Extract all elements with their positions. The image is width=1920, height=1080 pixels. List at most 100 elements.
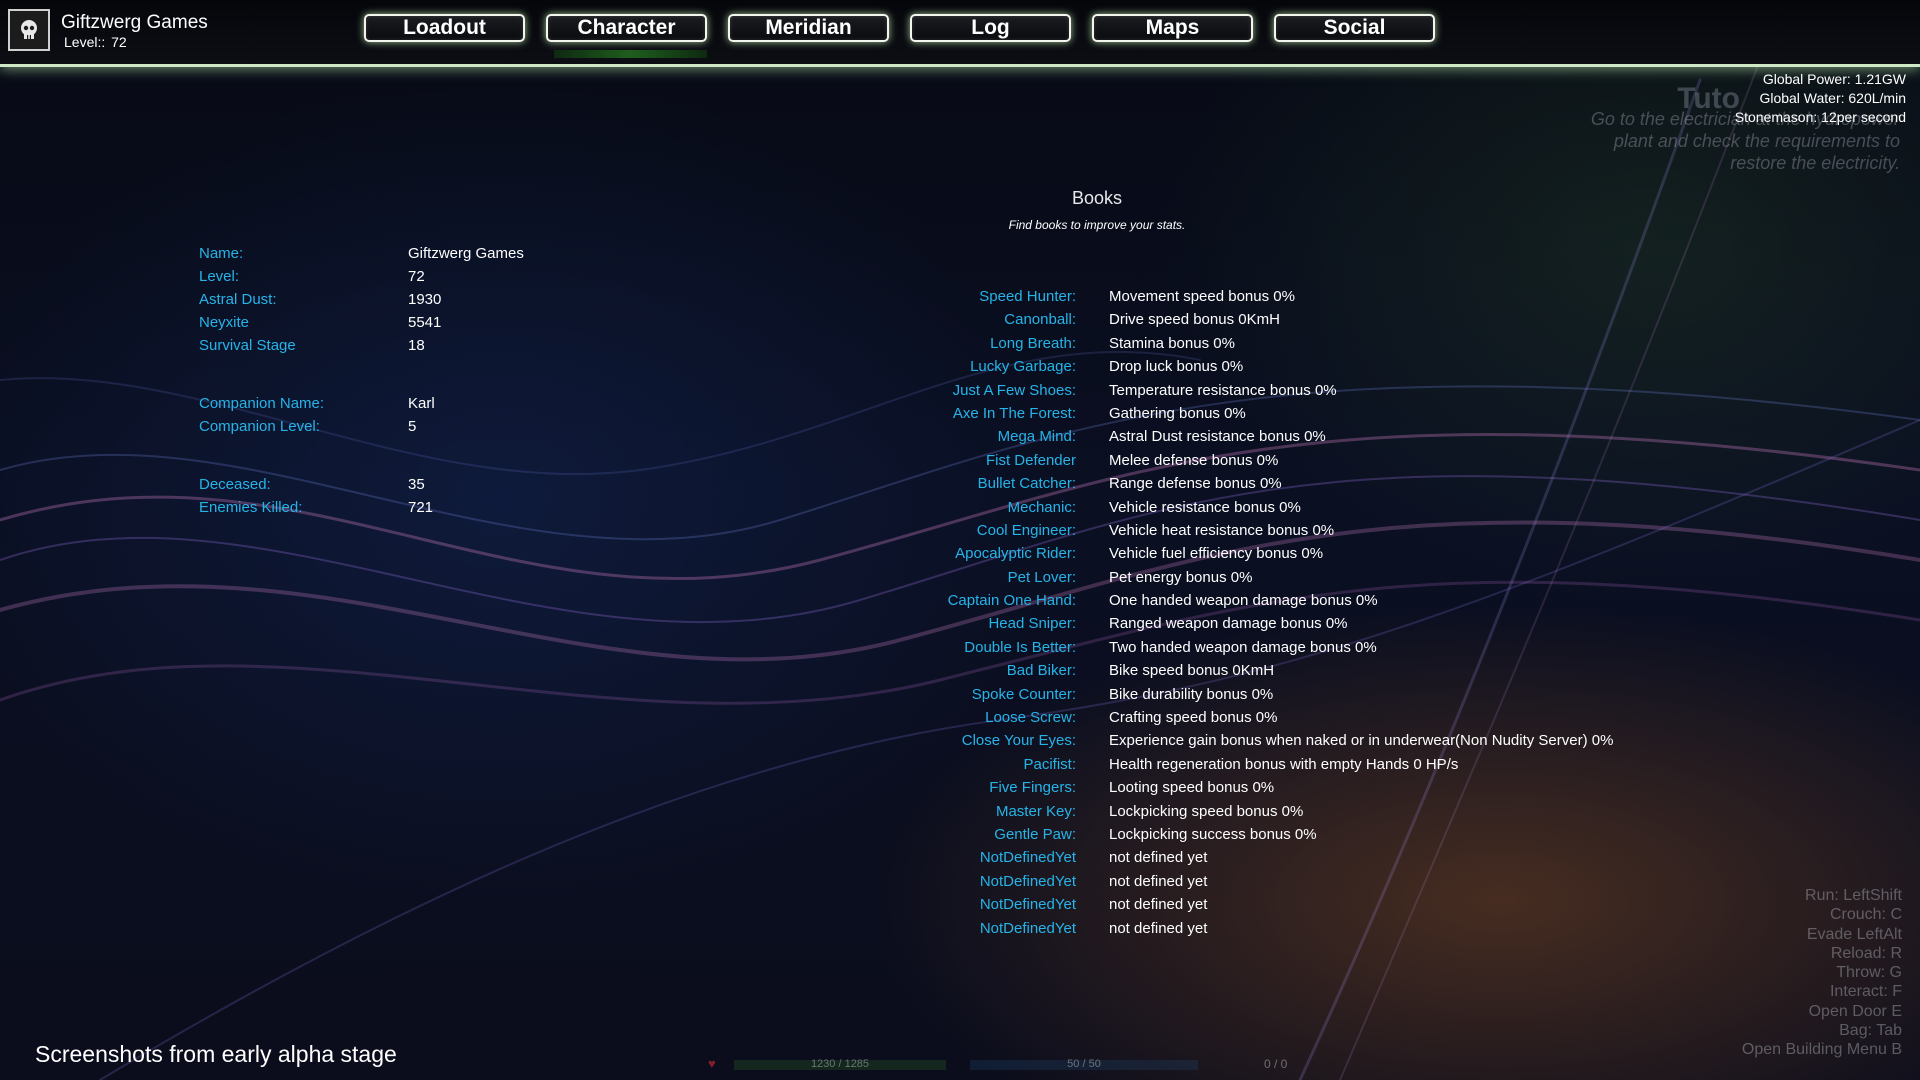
book-name: Bullet Catcher: [977,475,1076,493]
control-open-door: Open Door E [1808,1002,1902,1020]
nav-active-indicator [554,50,707,58]
book-desc: Experience gain bonus when naked or in u… [1109,732,1614,750]
book-name: Lucky Garbage: [970,358,1076,376]
book-desc: One handed weapon damage bonus 0% [1109,592,1378,610]
control-crouch: Crouch: C [1829,906,1902,924]
player-avatar[interactable] [8,9,50,51]
book-name: Long Breath: [990,334,1076,352]
book-desc: Temperature resistance bonus 0% [1109,381,1337,399]
book-desc: Range defense bonus 0% [1109,475,1282,493]
book-row: Mega Mind: Astral Dust resistance bonus 0… [760,425,1613,448]
char-value: 18 [408,337,425,354]
alpha-note: Screenshots from early alpha stage [35,1041,397,1067]
book-row: Pacifist: Health regeneration bonus with … [760,753,1613,776]
nav-meridian-button[interactable]: Meridian [728,14,889,42]
char-row-companion-level: Companion Level: 5 [199,415,524,438]
control-bag: Bag: Tab [1839,1022,1902,1040]
book-desc: Bike speed bonus 0KmH [1109,662,1275,680]
char-row-survival-stage: Survival Stage 18 [199,334,524,357]
book-name: Mega Mind: [997,428,1076,446]
book-name: Bad Biker: [1006,662,1076,680]
book-name: Captain One Hand: [947,592,1076,610]
char-label: Companion Name: [199,395,325,412]
book-name: Close Your Eyes: [961,732,1076,750]
nav-loadout-button[interactable]: Loadout [364,14,525,42]
char-value: 72 [408,268,425,285]
books-list[interactable]: Speed Hunter: Movement speed bonus 0% Can… [760,285,1614,940]
ammo-value: 0 / 0 [1264,1057,1288,1071]
controls-hint: Run: LeftShift Crouch: C Evade LeftAlt R… [1742,886,1902,1060]
book-row: Just A Few Shoes: Temperature resistance … [760,379,1613,402]
book-row: Master Key: Lockpicking speed bonus 0% [760,800,1613,823]
char-label: Level: [199,268,240,285]
book-name: Head Sniper: [988,615,1076,633]
book-row: Speed Hunter: Movement speed bonus 0% [760,285,1613,308]
top-bar: Giftzwerg Games Level:: 72 Loadout Chara… [0,0,1920,67]
char-label: Survival Stage [199,337,296,354]
book-row: Bullet Catcher: Range defense bonus 0% [760,472,1613,495]
book-desc: Ranged weapon damage bonus 0% [1109,615,1348,633]
book-name: Loose Screw: [985,709,1076,727]
char-value: 1930 [408,291,442,308]
book-name: Just A Few Shoes: [952,381,1076,399]
books-subtitle: Find books to improve your stats. [1008,218,1186,232]
book-desc: Drive speed bonus 0KmH [1109,311,1280,329]
book-row: Loose Screw: Crafting speed bonus 0% [760,706,1613,729]
nav-maps-button[interactable]: Maps [1092,14,1253,42]
global-power-stat: Global Power: 1.21GW [1762,71,1906,87]
book-desc: Vehicle fuel efficiency bonus 0% [1109,545,1324,563]
nav-social-button[interactable]: Social [1274,14,1435,42]
bottom-hud: ♥ 1230 / 1285 50 / 50 0 / 0 [708,1054,1308,1076]
book-row: NotDefinedYet not defined yet [760,870,1613,893]
book-row: NotDefinedYet not defined yet [760,846,1613,869]
book-name: Spoke Counter: [971,685,1076,703]
book-desc: Vehicle resistance bonus 0% [1109,498,1301,516]
player-level: Level:: 72 [62,34,127,50]
book-name: Axe In The Forest: [952,404,1076,422]
book-name: Apocalyptic Rider: [955,545,1076,563]
book-row: Five Fingers: Looting speed bonus 0% [760,776,1613,799]
char-value: Giftzwerg Games [408,245,524,262]
char-label: Neyxite [199,314,250,331]
book-desc: Lockpicking speed bonus 0% [1109,802,1304,820]
book-name: Gentle Paw: [994,825,1076,843]
book-row: Long Breath: Stamina bonus 0% [760,332,1613,355]
health-value: 1230 / 1285 [810,1058,870,1070]
book-name: NotDefinedYet [979,919,1076,937]
heart-icon: ♥ [708,1056,716,1071]
book-name: Five Fingers: [989,779,1076,797]
char-row-astral-dust: Astral Dust: 1930 [199,288,524,311]
skull-icon [21,20,37,39]
book-name: Cool Engineer: [976,521,1076,539]
control-reload: Reload: R [1830,944,1902,962]
control-building-menu: Open Building Menu B [1741,1041,1902,1059]
char-label: Companion Level: [199,418,320,435]
char-label: Astral Dust: [199,291,277,308]
book-desc: Stamina bonus 0% [1109,334,1235,352]
player-level-value: 72 [111,34,127,50]
nav-log-button[interactable]: Log [910,14,1071,42]
book-desc: Drop luck bonus 0% [1109,358,1244,376]
book-row: Mechanic: Vehicle resistance bonus 0% [760,496,1613,519]
char-row-neyxite: Neyxite 5541 [199,311,524,334]
char-value: 5 [408,418,417,435]
book-row: NotDefinedYet not defined yet [760,893,1613,916]
book-row: Cool Engineer: Vehicle heat resistance bo… [760,519,1613,542]
player-name: Giftzwerg Games [61,12,208,33]
char-row-enemies-killed: Enemies Killed: 721 [199,496,524,519]
book-desc: Melee defense bonus 0% [1109,451,1279,469]
book-name: Fist Defender [985,451,1076,469]
control-interact: Interact: F [1829,983,1902,1001]
world-stats: Global Power: 1.21GW Global Water: 620L/… [1735,70,1906,127]
book-desc: not defined yet [1109,849,1208,867]
char-value: 35 [408,476,425,493]
nav-character-button[interactable]: Character [546,14,707,42]
global-water-stat: Global Water: 620L/min [1759,90,1906,106]
book-desc: Pet energy bonus 0% [1109,568,1253,586]
book-row: Spoke Counter: Bike durability bonus 0% [760,683,1613,706]
book-desc: Looting speed bonus 0% [1109,779,1275,797]
book-row: Bad Biker: Bike speed bonus 0KmH [760,659,1613,682]
char-value: Karl [408,395,435,412]
